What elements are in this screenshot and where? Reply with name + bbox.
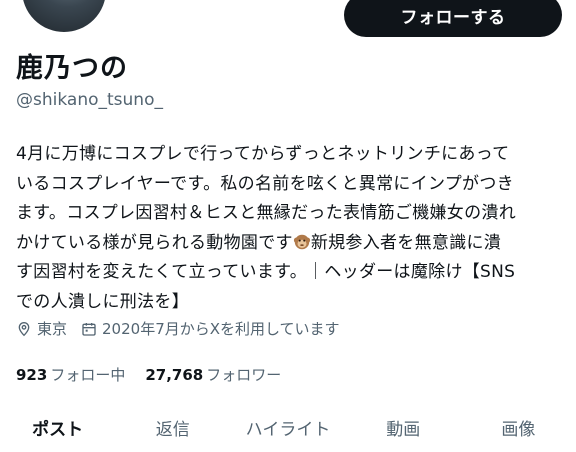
bio-line: かけている様が見られる動物園です 新規参入者を無意識に潰 xyxy=(16,229,568,259)
bio-line: す因習村を変えたくて立っています。｜ヘッダーは魔除け【SNS xyxy=(16,262,516,283)
tab-posts[interactable]: ポスト xyxy=(0,412,115,452)
followers-count[interactable]: 27,768 xyxy=(145,366,203,384)
tab-highlights[interactable]: ハイライト xyxy=(230,412,345,452)
calendar-icon xyxy=(82,322,96,336)
location-pin-icon xyxy=(18,321,30,336)
display-name: 鹿乃つの xyxy=(16,53,128,84)
tab-images[interactable]: 画像 xyxy=(461,412,576,452)
following-count[interactable]: 923 xyxy=(16,366,47,384)
bio: 4月に万博にコスプレで行ってからずっとネットリンチにあって いるコスプレイヤーで… xyxy=(16,140,568,318)
following-label[interactable]: フォロー中 xyxy=(50,364,125,385)
bio-line-part: かけている様が見られる動物園です xyxy=(16,232,293,253)
bio-line: ます。コスプレ因習村＆ヒスと無縁だった表情筋ご機嫌女の潰れ xyxy=(16,203,516,224)
follow-stats: 923 フォロー中 27,768 フォロワー xyxy=(16,364,301,385)
bio-line-part: 新規参入者を無意識に潰 xyxy=(310,232,502,253)
monkey-emoji-icon xyxy=(293,234,310,249)
tab-replies[interactable]: 返信 xyxy=(115,412,230,452)
tab-videos[interactable]: 動画 xyxy=(346,412,461,452)
location: 東京 xyxy=(16,318,67,339)
profile-meta: 東京 2020年7月からXを利用しています xyxy=(16,318,354,339)
followers-label[interactable]: フォロワー xyxy=(206,364,281,385)
bio-line: での人潰しに刑法を】 xyxy=(16,291,189,312)
follow-button-label: フォローする xyxy=(400,7,506,28)
user-handle: @shikano_tsuno_ xyxy=(16,90,163,110)
bio-line: いるコスプレイヤーです。私の名前を呟くと異常にインプがつき xyxy=(16,173,514,194)
join-date-text: 2020年7月からXを利用しています xyxy=(102,320,340,338)
follow-button[interactable]: フォローする xyxy=(344,0,562,37)
bio-line: 4月に万博にコスプレで行ってからずっとネットリンチにあって xyxy=(16,144,510,164)
join-date: 2020年7月からXを利用しています xyxy=(81,318,340,339)
avatar[interactable] xyxy=(18,0,110,36)
location-text: 東京 xyxy=(37,320,68,338)
profile-tabs: ポスト 返信 ハイライト 動画 画像 xyxy=(0,412,576,452)
